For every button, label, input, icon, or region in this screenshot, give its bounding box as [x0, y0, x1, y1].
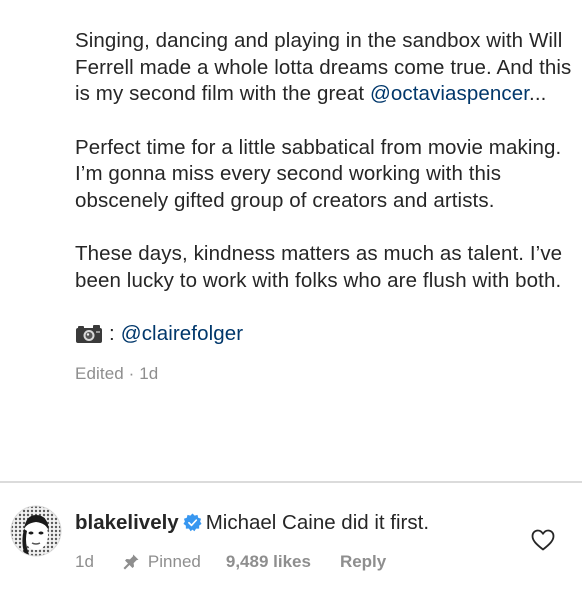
mention-clairefolger[interactable]: @clairefolger: [121, 321, 243, 348]
caption-paragraph-1: Singing, dancing and playing in the sand…: [75, 28, 575, 108]
comment: blakelively Michael Caine did it first.: [75, 510, 429, 536]
comment-meta: 1d Pinned 9,489 likes Reply: [75, 551, 386, 573]
likes-count[interactable]: 9,489 likes: [226, 552, 311, 572]
caption-ellipsis: ...: [529, 82, 547, 105]
camera-icon: [75, 324, 103, 344]
edited-timestamp: Edited · 1d: [75, 364, 159, 383]
pinned-indicator: Pinned: [122, 552, 201, 572]
caption-paragraph-3: These days, kindness matters as much as …: [75, 242, 563, 292]
caption-paragraph-2: Perfect time for a little sabbatical fro…: [75, 135, 562, 212]
heart-outline-icon[interactable]: [531, 529, 555, 551]
reply-button[interactable]: Reply: [340, 552, 386, 572]
mention-octaviaspencer[interactable]: @octaviaspencer: [370, 82, 529, 105]
comment-text: Michael Caine did it first.: [205, 511, 430, 534]
photo-credit: : @clairefolger: [75, 319, 575, 349]
post-caption: Singing, dancing and playing in the sand…: [75, 28, 575, 384]
verified-badge-icon: [183, 513, 202, 532]
avatar[interactable]: [10, 505, 62, 557]
pin-icon: [122, 553, 140, 571]
comment-time: 1d: [75, 552, 94, 571]
credit-separator: :: [109, 321, 115, 345]
comment-username[interactable]: blakelively: [75, 511, 179, 534]
pinned-label: Pinned: [147, 552, 201, 571]
divider: [0, 481, 582, 483]
